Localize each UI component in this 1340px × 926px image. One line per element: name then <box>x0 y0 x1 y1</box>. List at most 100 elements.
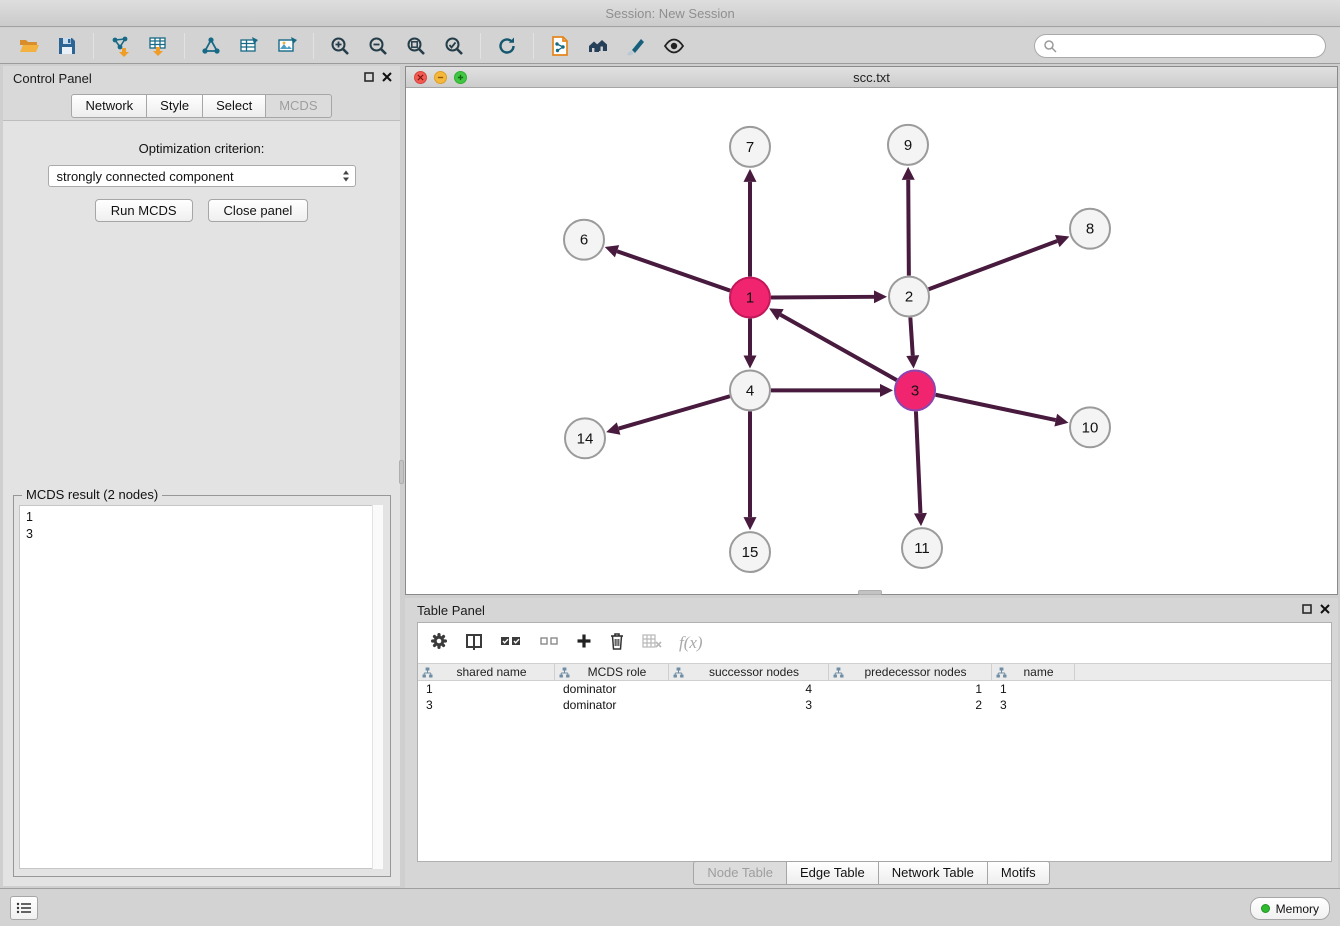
memory-label: Memory <box>1276 902 1319 916</box>
delete-table-button-disabled[interactable] <box>642 633 662 654</box>
zoom-fit-button[interactable] <box>397 31 435 61</box>
add-column-button[interactable] <box>576 633 592 654</box>
run-mcds-button[interactable]: Run MCDS <box>95 199 193 222</box>
result-scrollbar[interactable] <box>372 505 383 869</box>
open-session-button[interactable] <box>10 31 48 61</box>
graph-node-2[interactable]: 2 <box>889 277 929 317</box>
apply-style-button[interactable] <box>617 31 655 61</box>
graph-node-4[interactable]: 4 <box>730 370 770 410</box>
graph-edge-3-1[interactable] <box>780 315 896 380</box>
function-builder-button-disabled[interactable]: f(x) <box>679 633 703 653</box>
close-panel-button[interactable]: Close panel <box>208 199 309 222</box>
float-panel-icon[interactable] <box>1302 604 1312 614</box>
import-network-file-button[interactable] <box>101 31 139 61</box>
zoom-fit-icon <box>405 35 427 57</box>
delete-column-button[interactable] <box>609 632 625 655</box>
show-graphics-details-button[interactable] <box>655 31 693 61</box>
home-button[interactable] <box>579 31 617 61</box>
zoom-out-button[interactable] <box>359 31 397 61</box>
cell-mcds-role[interactable]: dominator <box>555 682 669 696</box>
new-network-button[interactable] <box>192 31 230 61</box>
network-graph[interactable]: 7 9 6 8 1 2 4 3 14 10 15 11 <box>406 89 1337 594</box>
column-header-mcds-role[interactable]: MCDS role <box>555 664 669 680</box>
column-header-successor-nodes[interactable]: successor nodes <box>669 664 829 680</box>
graph-edge-3-10[interactable] <box>936 395 1056 420</box>
export-image-button[interactable] <box>268 31 306 61</box>
graph-edge-4-14[interactable] <box>619 396 730 428</box>
float-panel-icon[interactable] <box>364 72 374 82</box>
cell-name[interactable]: 3 <box>992 698 1075 712</box>
graph-node-6[interactable]: 6 <box>564 220 604 260</box>
cell-shared-name[interactable]: 3 <box>418 698 555 712</box>
table-settings-button[interactable] <box>430 632 448 655</box>
close-panel-icon[interactable] <box>1320 604 1330 614</box>
graph-node-15[interactable]: 15 <box>730 532 770 572</box>
graph-edge-2-9[interactable] <box>908 180 909 276</box>
svg-text:15: 15 <box>742 544 759 561</box>
memory-button[interactable]: Memory <box>1250 897 1330 920</box>
graph-node-3[interactable]: 3 <box>895 370 935 410</box>
tab-network[interactable]: Network <box>71 94 147 118</box>
window-minimize-button[interactable] <box>434 71 447 84</box>
tab-network-table[interactable]: Network Table <box>878 861 988 885</box>
graph-edge-3-11[interactable] <box>916 411 921 513</box>
import-table-file-button[interactable] <box>139 31 177 61</box>
graph-edge-1-2[interactable] <box>771 297 874 298</box>
horizontal-splitter-grip[interactable] <box>858 590 882 595</box>
graph-edge-arrowhead <box>744 169 757 182</box>
mcds-result-line: 3 <box>26 526 376 543</box>
criterion-dropdown[interactable]: strongly connected component <box>48 165 356 187</box>
table-row: 3 dominator 3 2 3 <box>418 697 1331 713</box>
tab-mcds[interactable]: MCDS <box>265 94 331 118</box>
import-public-network-button[interactable] <box>541 31 579 61</box>
tab-style[interactable]: Style <box>146 94 203 118</box>
cell-predecessor-nodes[interactable]: 2 <box>829 698 992 712</box>
graph-edge-1-6[interactable] <box>617 251 730 290</box>
search-input[interactable] <box>1062 38 1317 53</box>
cell-predecessor-nodes[interactable]: 1 <box>829 682 992 696</box>
save-session-button[interactable] <box>48 31 86 61</box>
close-panel-icon[interactable] <box>382 72 392 82</box>
tab-select[interactable]: Select <box>202 94 266 118</box>
task-history-button[interactable] <box>10 896 38 920</box>
cell-successor-nodes[interactable]: 4 <box>669 682 829 696</box>
refresh-view-button[interactable] <box>488 31 526 61</box>
column-header-predecessor-nodes[interactable]: predecessor nodes <box>829 664 992 680</box>
zoom-in-button[interactable] <box>321 31 359 61</box>
graph-edge-2-3[interactable] <box>910 318 912 356</box>
tab-node-table[interactable]: Node Table <box>693 861 787 885</box>
zoom-selected-button[interactable] <box>435 31 473 61</box>
tab-edge-table[interactable]: Edge Table <box>786 861 879 885</box>
mcds-tab-content: Optimization criterion: strongly connect… <box>3 120 400 886</box>
graph-node-9[interactable]: 9 <box>888 125 928 165</box>
show-columns-button[interactable] <box>465 632 483 655</box>
columns-icon <box>465 632 483 650</box>
cell-successor-nodes[interactable]: 3 <box>669 698 829 712</box>
new-network-table-button[interactable] <box>230 31 268 61</box>
window-maximize-button[interactable] <box>454 71 467 84</box>
select-all-columns-button[interactable] <box>500 634 522 653</box>
graph-node-14[interactable]: 14 <box>565 418 605 458</box>
graph-node-8[interactable]: 8 <box>1070 209 1110 249</box>
window-close-button[interactable] <box>414 71 427 84</box>
deselect-all-columns-button[interactable] <box>539 634 559 653</box>
graph-edge-2-8[interactable] <box>929 241 1058 289</box>
graph-node-11[interactable]: 11 <box>902 528 942 568</box>
network-canvas[interactable]: 7 9 6 8 1 2 4 3 14 10 15 11 <box>406 89 1337 594</box>
column-header-shared-name[interactable]: shared name <box>418 664 555 680</box>
cell-shared-name[interactable]: 1 <box>418 682 555 696</box>
mcds-result-list[interactable]: 1 3 <box>19 505 383 869</box>
graph-node-10[interactable]: 10 <box>1070 407 1110 447</box>
svg-text:9: 9 <box>904 137 912 154</box>
cell-mcds-role[interactable]: dominator <box>555 698 669 712</box>
column-type-icon <box>996 667 1007 678</box>
graph-node-7[interactable]: 7 <box>730 127 770 167</box>
cell-name[interactable]: 1 <box>992 682 1075 696</box>
minimize-icon <box>437 74 444 81</box>
column-header-name[interactable]: name <box>992 664 1075 680</box>
eye-icon <box>663 35 685 57</box>
toolbar-separator <box>480 33 481 59</box>
vertical-splitter-grip[interactable] <box>399 460 404 484</box>
graph-node-1[interactable]: 1 <box>730 278 770 318</box>
tab-motifs[interactable]: Motifs <box>987 861 1050 885</box>
